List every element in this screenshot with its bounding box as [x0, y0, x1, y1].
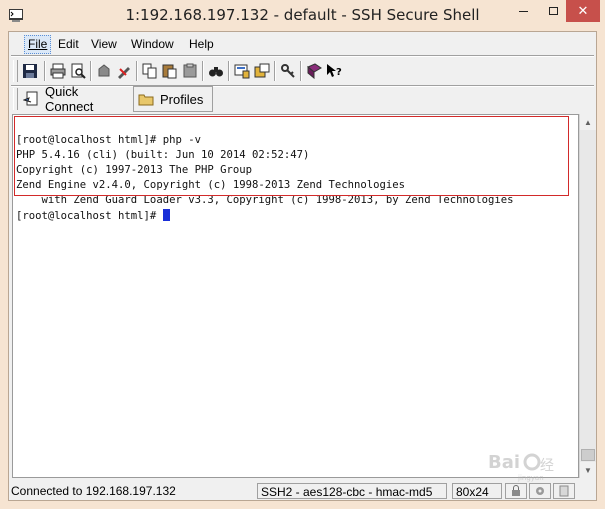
menu-edit[interactable]: Edit — [55, 36, 82, 53]
toolbar-separator — [90, 61, 92, 81]
sftp-button[interactable] — [252, 60, 272, 82]
profiles-label: Profiles — [160, 91, 204, 107]
sftp-icon — [254, 63, 270, 78]
paste-icon — [162, 64, 177, 79]
help-book-button[interactable] — [304, 60, 324, 82]
up-arrow-icon: ▲ — [584, 117, 592, 127]
quick-connect-label: Quick Connect — [45, 84, 94, 114]
settings-button[interactable] — [232, 60, 252, 82]
print-button[interactable] — [48, 60, 68, 82]
settings-icon — [234, 64, 250, 79]
quick-connect-button[interactable]: Quick Connect — [19, 84, 131, 114]
down-arrow-icon: ▼ — [584, 465, 592, 475]
print-icon — [50, 63, 66, 79]
toolbar-grip[interactable] — [13, 60, 18, 82]
quick-connect-icon — [23, 91, 38, 106]
print-preview-button[interactable] — [68, 60, 88, 82]
svg-text:jingyan: jingyan — [517, 474, 544, 482]
menu-help[interactable]: Help — [186, 36, 217, 53]
menu-file[interactable]: File — [24, 35, 52, 54]
keys-button[interactable] — [278, 60, 298, 82]
toolbar-separator — [228, 61, 230, 81]
client-area: File Edit View Window Help ? Quick Conne… — [8, 31, 597, 501]
status-indicator — [505, 483, 527, 499]
document-icon — [559, 485, 569, 497]
quick-connect-bar: Quick Connect Profiles — [11, 84, 594, 114]
new-connection-button[interactable] — [114, 60, 134, 82]
terminal-output[interactable]: [root@localhost html]# php -v PHP 5.4.16… — [12, 114, 579, 478]
maximize-icon — [548, 7, 558, 15]
lock-icon — [512, 485, 520, 496]
profiles-button[interactable]: Profiles — [133, 86, 213, 112]
disconnect-icon — [98, 64, 110, 77]
find-button[interactable] — [206, 60, 226, 82]
close-button[interactable]: ✕ — [566, 0, 600, 22]
paste-button[interactable] — [160, 60, 180, 82]
status-indicator — [529, 483, 551, 499]
svg-text:经: 经 — [540, 458, 554, 474]
toolbar-grip[interactable] — [13, 88, 18, 110]
minimize-icon — [518, 10, 528, 12]
terminal-prompt: [root@localhost html]# — [16, 209, 163, 222]
menu-view[interactable]: View — [88, 36, 120, 53]
copy-button[interactable] — [140, 60, 160, 82]
toolbar-separator — [136, 61, 138, 81]
keys-icon — [281, 64, 295, 78]
help-book-icon — [307, 63, 322, 79]
baidu-watermark-logo: Bai 经 jingyan — [488, 452, 554, 482]
paste-button-2[interactable] — [180, 60, 200, 82]
scroll-up-button[interactable]: ▲ — [580, 114, 596, 130]
gear-icon — [536, 487, 544, 495]
toolbar-separator — [300, 61, 302, 81]
disconnect-button[interactable] — [94, 60, 114, 82]
connection-status: Connected to 192.168.197.132 — [11, 484, 176, 498]
main-toolbar: ? — [11, 57, 594, 85]
paste-icon-2 — [183, 63, 197, 78]
context-help-icon: ? — [327, 64, 342, 78]
find-icon — [209, 67, 223, 77]
svg-text:Bai: Bai — [488, 452, 520, 473]
toolbar-separator — [202, 61, 204, 81]
status-bar: Connected to 192.168.197.132 SSH2 - aes1… — [9, 482, 596, 500]
terminal-line: with Zend Guard Loader v3.3, Copyright (… — [16, 194, 514, 207]
title-bar[interactable]: 1:192.168.197.132 - default - SSH Secure… — [0, 0, 605, 31]
copy-icon — [142, 63, 157, 79]
toolbar-separator — [44, 61, 46, 81]
ssh-window: 1:192.168.197.132 - default - SSH Secure… — [0, 0, 605, 509]
scroll-down-button[interactable]: ▼ — [580, 462, 596, 478]
scroll-thumb[interactable] — [581, 449, 595, 461]
close-icon: ✕ — [577, 3, 589, 18]
terminal-size: 80x24 — [452, 483, 502, 499]
folder-icon — [138, 94, 154, 106]
new-connection-icon — [118, 67, 130, 79]
toolbar-separator — [274, 61, 276, 81]
maximize-button[interactable] — [540, 0, 566, 22]
print-preview-icon — [71, 63, 86, 79]
svg-text:?: ? — [336, 67, 342, 78]
resize-grip[interactable] — [577, 483, 595, 499]
terminal-cursor — [162, 208, 170, 221]
save-icon — [23, 64, 37, 78]
status-indicator — [553, 483, 575, 499]
save-button[interactable] — [20, 60, 40, 82]
menu-window[interactable]: Window — [128, 36, 177, 53]
highlight-box — [14, 116, 569, 196]
context-help-button[interactable]: ? — [324, 60, 344, 82]
encryption-status: SSH2 - aes128-cbc - hmac-md5 — [257, 483, 447, 499]
minimize-button[interactable] — [510, 0, 536, 22]
menu-bar: File Edit View Window Help — [9, 32, 596, 56]
vertical-scrollbar[interactable]: ▲ ▼ — [579, 114, 596, 478]
